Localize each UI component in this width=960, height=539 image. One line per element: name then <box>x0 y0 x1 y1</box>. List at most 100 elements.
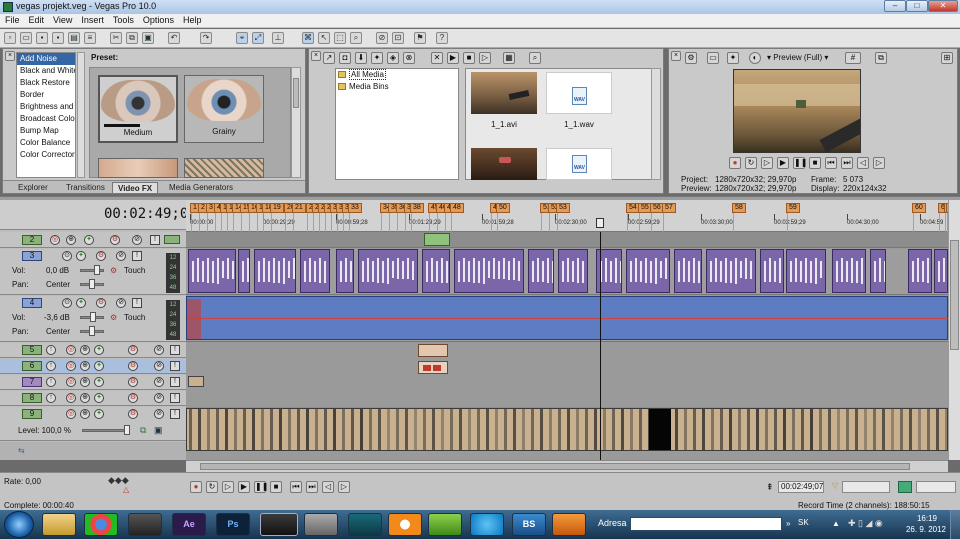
redo-icon[interactable]: ↷ <box>200 32 212 44</box>
marker-tool-icon[interactable]: ⚑ <box>414 32 426 44</box>
open-icon[interactable]: ▭ <box>20 32 32 44</box>
snap-icon[interactable]: ⌖ <box>236 32 248 44</box>
start-button[interactable] <box>4 511 34 538</box>
audio-clip[interactable] <box>358 249 418 293</box>
solo-icon[interactable]: ! <box>170 377 180 387</box>
menu-edit[interactable]: Edit <box>24 14 49 25</box>
loop-icon[interactable]: ↻ <box>745 157 757 169</box>
panel-close-icon[interactable]: × <box>311 51 321 61</box>
fx-item[interactable]: Bump Map <box>17 125 75 137</box>
track-header-2[interactable]: 2 ◎ ⊕ ✦ ⚙ ⊘ ! <box>0 232 186 248</box>
audio-clip[interactable] <box>674 249 702 293</box>
preset-scrollbar[interactable] <box>291 67 301 178</box>
track-header-7[interactable]: 7 ↑ ◎ ⊕ ✦ ⚙ ⊘ ! <box>0 375 186 390</box>
show-desktop-button[interactable] <box>950 510 960 539</box>
auto-preview-toggle-icon[interactable]: ▷ <box>479 52 491 64</box>
meter-field[interactable] <box>916 481 956 493</box>
track-header-8[interactable]: 8 ↑ ◎ ⊕ ✦ ⚙ ⊘ ! <box>0 391 186 406</box>
compositing-icon[interactable]: ◎ <box>50 235 60 245</box>
lock-envelopes-icon[interactable]: ⊥ <box>272 32 284 44</box>
clip-track-2[interactable] <box>424 233 450 246</box>
go-to-start-icon[interactable]: ⏮ <box>290 481 302 493</box>
play-icon[interactable]: ▶ <box>777 157 789 169</box>
close-button[interactable]: ✕ <box>928 0 958 12</box>
render-icon[interactable]: ▤ <box>68 32 80 44</box>
external-monitor-icon[interactable]: ▭ <box>707 52 719 64</box>
tab-media-generators[interactable]: Media Generators <box>164 182 238 193</box>
automation-mode-icon[interactable]: ⚙ <box>110 266 117 275</box>
cursor-tool-icon[interactable]: ⇞ <box>766 482 774 493</box>
mute-icon[interactable]: ⊘ <box>116 251 126 261</box>
parent-icon[interactable]: ↑ <box>46 361 56 371</box>
clock-time[interactable]: 16:19 <box>914 514 940 523</box>
media-scrollbar[interactable] <box>651 68 661 180</box>
track-motion-icon[interactable]: ⊕ <box>80 393 90 403</box>
normal-edit-tool-icon[interactable]: ⌘ <box>302 32 314 44</box>
android-taskbar-icon[interactable] <box>428 513 462 536</box>
compositing-icon[interactable]: ◎ <box>66 345 76 355</box>
arm-record-icon[interactable]: ⊙ <box>62 298 72 308</box>
track-fx-icon[interactable]: ✦ <box>84 235 94 245</box>
fx-item-add-noise[interactable]: Add Noise <box>17 53 75 65</box>
search-media-icon[interactable]: ⌕ <box>529 52 541 64</box>
fx-item[interactable]: Color Corrector <box>17 149 75 161</box>
automation-icon[interactable]: ⚙ <box>110 235 120 245</box>
parent-icon[interactable]: ↑ <box>46 393 56 403</box>
preset-thumbnail[interactable] <box>98 158 178 178</box>
media-file-avi[interactable]: 1_1.avi <box>471 72 537 138</box>
split-screen-icon[interactable]: ◐ <box>749 52 761 64</box>
menu-tools[interactable]: Tools <box>108 14 138 25</box>
track-motion-icon[interactable]: ⊕ <box>80 345 90 355</box>
go-to-end-icon[interactable]: ⏭ <box>306 481 318 493</box>
zoom-tool-icon[interactable]: ⌕ <box>350 32 362 44</box>
solo-icon[interactable]: ! <box>170 345 180 355</box>
volume-slider[interactable] <box>80 269 104 272</box>
views-icon[interactable]: ▦ <box>503 52 515 64</box>
audio-clip[interactable] <box>934 249 948 293</box>
new-icon[interactable]: ▫ <box>4 32 16 44</box>
mute-icon[interactable]: ⊘ <box>132 235 142 245</box>
mute-icon[interactable]: ⊘ <box>154 393 164 403</box>
audio-clip[interactable] <box>188 249 236 293</box>
stop-icon[interactable]: ■ <box>809 157 821 169</box>
solo-icon[interactable]: ! <box>150 235 160 245</box>
fx-chain-icon[interactable]: ⧉ <box>140 425 146 436</box>
bus-icon[interactable]: ⇆ <box>18 446 25 455</box>
track-fx-icon[interactable]: ✦ <box>94 377 104 387</box>
parent-icon[interactable]: ↑ <box>46 377 56 387</box>
solo-icon[interactable]: ! <box>132 298 142 308</box>
automation-mode[interactable]: Touch <box>124 313 145 322</box>
selection-icon[interactable]: ▽ <box>832 481 838 490</box>
menu-insert[interactable]: Insert <box>76 14 108 25</box>
track-fx-icon[interactable]: ✦ <box>94 409 104 419</box>
menu-view[interactable]: View <box>48 14 76 25</box>
paste-icon[interactable]: ▣ <box>142 32 154 44</box>
tab-transitions[interactable]: Transitions <box>61 182 110 193</box>
compositing-icon[interactable]: ◎ <box>66 361 76 371</box>
overlays-icon[interactable]: # <box>845 52 861 64</box>
properties-icon[interactable]: ≡ <box>84 32 96 44</box>
mute-icon[interactable]: ⊘ <box>154 409 164 419</box>
selection-length-field[interactable] <box>842 481 890 493</box>
prev-frame-icon[interactable]: ◁ <box>857 157 869 169</box>
automation-mode[interactable]: Touch <box>124 266 145 275</box>
clip-track-7[interactable] <box>188 376 204 387</box>
chrome-taskbar-icon[interactable] <box>84 513 118 536</box>
volume-envelope[interactable] <box>187 318 948 319</box>
capture-icon[interactable]: ◘ <box>339 52 351 64</box>
play-from-start-icon[interactable]: ▷ <box>222 481 234 493</box>
meter-icon[interactable] <box>898 481 912 493</box>
skype-taskbar-icon[interactable] <box>470 513 504 536</box>
envelope-tool-icon[interactable]: ↖ <box>318 32 330 44</box>
audio-clip[interactable] <box>760 249 784 293</box>
media-player-taskbar-icon[interactable] <box>552 513 586 536</box>
minimize-button[interactable]: – <box>884 0 906 12</box>
fx-item[interactable]: Border <box>17 89 75 101</box>
volume-knob[interactable] <box>94 265 100 275</box>
automation-icon[interactable]: ⚙ <box>128 361 138 371</box>
track-fx-icon[interactable]: ✦ <box>76 298 86 308</box>
mute-icon[interactable]: ⊘ <box>154 377 164 387</box>
track-fx-icon[interactable]: ✦ <box>94 345 104 355</box>
audio-clip[interactable] <box>238 249 250 293</box>
language-indicator[interactable]: SK <box>798 518 809 527</box>
